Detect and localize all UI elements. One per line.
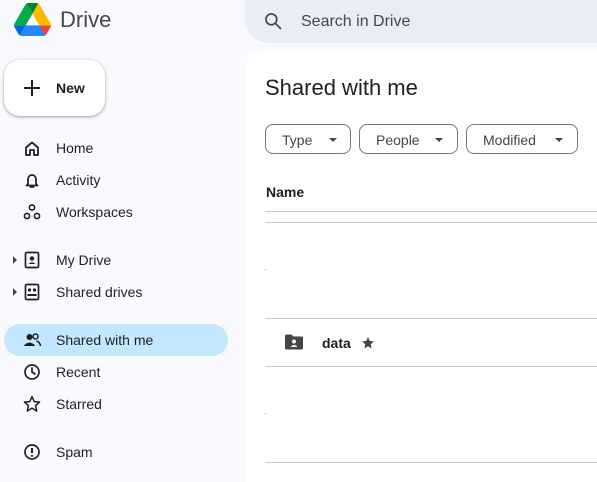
divider — [265, 462, 597, 463]
sidebar-item-label: Shared with me — [56, 332, 154, 348]
sidebar-item-shared-drives[interactable]: Shared drives — [4, 276, 228, 308]
search-bar[interactable] — [245, 0, 597, 43]
dropdown-arrow-icon — [435, 138, 443, 142]
sidebar-item-activity[interactable]: Activity — [4, 164, 228, 196]
workspaces-icon — [23, 204, 41, 220]
new-button-label: New — [56, 80, 85, 96]
expand-caret-icon[interactable] — [13, 288, 17, 296]
filter-type-chip[interactable]: Type — [265, 124, 351, 154]
plus-icon — [24, 80, 40, 96]
filter-people-chip[interactable]: People — [359, 124, 458, 154]
sidebar-item-home[interactable]: Home — [4, 132, 228, 164]
filter-chip-label: Modified — [483, 132, 536, 148]
sidebar-item-my-drive[interactable]: My Drive — [4, 244, 228, 276]
sidebar-item-label: My Drive — [56, 252, 112, 268]
clock-icon — [24, 364, 40, 380]
sidebar-item-label: Starred — [56, 396, 102, 412]
sidebar-item-label: Recent — [56, 364, 101, 380]
sidebar-item-label: Home — [56, 140, 94, 156]
sidebar-item-workspaces[interactable]: Workspaces — [4, 196, 228, 228]
placeholder-row — [265, 413, 266, 414]
google-drive-logo-icon — [14, 3, 51, 36]
expand-caret-icon[interactable] — [13, 256, 17, 264]
people-icon — [23, 333, 42, 347]
sidebar-item-label: Activity — [56, 172, 101, 188]
app-title: Drive — [60, 7, 112, 32]
sidebar-item-recent[interactable]: Recent — [4, 356, 228, 388]
main-content: Shared with me Type People Modified Name… — [245, 52, 597, 482]
filter-modified-chip[interactable]: Modified — [466, 124, 578, 154]
divider — [265, 211, 597, 212]
divider — [265, 366, 597, 367]
sidebar-item-starred[interactable]: Starred — [4, 388, 228, 420]
spam-icon — [24, 444, 40, 460]
search-input[interactable] — [301, 0, 591, 43]
sidebar-item-shared-with-me[interactable]: Shared with me — [4, 324, 228, 356]
sidebar-item-label: Workspaces — [56, 204, 133, 220]
sidebar-item-spam[interactable]: Spam — [4, 436, 228, 468]
home-icon — [25, 141, 39, 156]
file-name: data — [322, 335, 351, 351]
star-outline-icon — [23, 395, 41, 412]
column-header-name[interactable]: Name — [266, 184, 304, 200]
sidebar-item-label: Spam — [56, 444, 93, 460]
dropdown-arrow-icon — [555, 138, 563, 142]
star-filled-icon — [362, 337, 374, 349]
new-button[interactable]: New — [4, 60, 105, 116]
page-title: Shared with me — [265, 75, 418, 100]
my-drive-icon — [24, 251, 40, 269]
shared-folder-icon — [285, 334, 303, 350]
dropdown-arrow-icon — [329, 138, 337, 142]
file-row[interactable]: data — [265, 319, 597, 366]
search-icon[interactable] — [263, 11, 283, 31]
bell-icon — [25, 174, 39, 188]
shared-drives-icon — [24, 283, 40, 301]
drive-logo[interactable] — [14, 3, 51, 36]
divider — [265, 222, 597, 223]
filter-chip-label: Type — [282, 132, 313, 148]
placeholder-row — [265, 269, 266, 270]
filter-chip-label: People — [376, 132, 420, 148]
sidebar-item-label: Shared drives — [56, 284, 143, 300]
